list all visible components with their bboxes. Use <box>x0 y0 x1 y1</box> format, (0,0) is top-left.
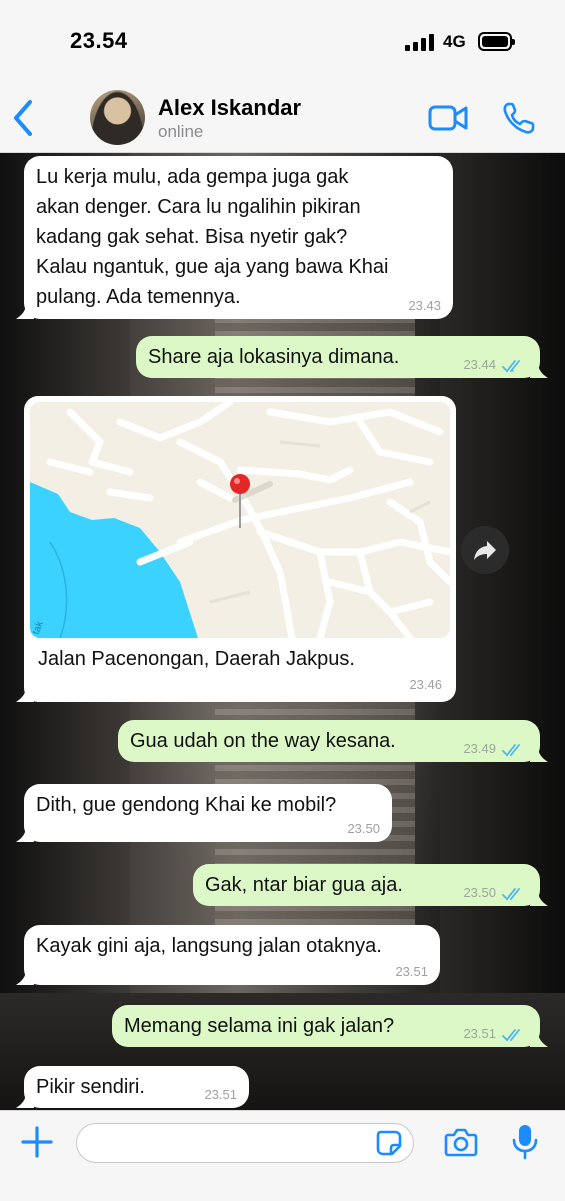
bubble-tail <box>16 686 34 702</box>
message-location[interactable]: tak Jalan Pacenongan, Daerah Jakpus. 23.… <box>16 396 456 702</box>
chat-background: Lu kerja mulu, ada gempa juga gak akan d… <box>0 153 565 1110</box>
double-check-icon <box>502 1029 520 1042</box>
message-text: Memang selama ini gak jalan? <box>124 1015 395 1037</box>
message-text: Kayak gini aja, langsung jalan otaknya. <box>36 935 382 957</box>
message-time: 23.43 <box>408 298 441 313</box>
camera-icon[interactable] <box>444 1127 478 1157</box>
message-text-line: akan denger. Cara lu ngalihin pikiran <box>36 196 361 218</box>
bubble-tail <box>530 890 548 906</box>
video-camera-icon[interactable] <box>428 104 468 132</box>
double-check-icon <box>502 744 520 757</box>
message-text: Gua udah on the way kesana. <box>130 730 396 752</box>
battery-icon <box>478 32 515 51</box>
avatar[interactable] <box>90 90 145 145</box>
message-time: 23.49 <box>463 741 496 756</box>
message-time: 23.50 <box>347 821 380 836</box>
message-time: 23.44 <box>463 357 496 372</box>
bubble-tail <box>16 303 34 319</box>
phone-icon[interactable] <box>502 101 536 135</box>
message-time: 23.46 <box>409 677 442 692</box>
composer-bar <box>0 1110 565 1201</box>
chevron-left-icon[interactable] <box>10 98 40 138</box>
message-text-line: kadang gak sehat. Bisa nyetir gak? <box>36 226 348 248</box>
bubble-tail <box>16 1092 34 1108</box>
message-time: 23.51 <box>463 1026 496 1041</box>
bubble-tail <box>16 969 34 985</box>
status-time: 23.54 <box>70 28 128 53</box>
message-outgoing[interactable]: Memang selama ini gak jalan? 23.51 <box>112 1005 548 1047</box>
contact-status: online <box>158 122 204 141</box>
background-building-right <box>440 153 565 1110</box>
message-time: 23.50 <box>463 885 496 900</box>
message-text-line: Lu kerja mulu, ada gempa juga gak <box>36 166 349 188</box>
message-text: Gak, ntar biar gua aja. <box>205 874 403 896</box>
bubble-tail <box>530 1031 548 1047</box>
message-text: Pikir sendiri. <box>36 1076 145 1098</box>
message-text: Share aja lokasinya dimana. <box>148 346 400 368</box>
message-text-line: Kalau ngantuk, gue aja yang bawa Khai <box>36 256 389 278</box>
message-outgoing[interactable]: Gua udah on the way kesana. 23.49 <box>118 720 548 762</box>
sticker-icon[interactable] <box>375 1129 403 1157</box>
bubble-tail <box>16 826 34 842</box>
network-type: 4G <box>443 32 466 51</box>
message-outgoing[interactable]: Share aja lokasinya dimana. 23.44 <box>136 336 548 378</box>
forward-arrow-icon[interactable] <box>461 526 509 574</box>
message-time: 23.51 <box>204 1087 237 1102</box>
location-address: Jalan Pacenongan, Daerah Jakpus. <box>38 648 355 670</box>
plus-icon[interactable] <box>20 1125 54 1159</box>
bubble-tail <box>530 746 548 762</box>
message-input[interactable] <box>76 1123 414 1163</box>
message-text: Dith, gue gendong Khai ke mobil? <box>36 794 337 816</box>
microphone-icon[interactable] <box>512 1123 538 1161</box>
map-graphic: tak <box>30 402 450 638</box>
double-check-icon <box>502 360 520 373</box>
message-text-line: pulang. Ada temennya. <box>36 286 241 308</box>
chat-header: 23.54 4G Alex Iskandar online <box>0 0 565 153</box>
message-incoming[interactable]: Dith, gue gendong Khai ke mobil? 23.50 <box>16 784 392 842</box>
contact-name[interactable]: Alex Iskandar <box>158 95 301 121</box>
double-check-icon <box>502 888 520 901</box>
signal-icon <box>405 34 435 51</box>
message-incoming[interactable]: Kayak gini aja, langsung jalan otaknya. … <box>16 925 440 985</box>
message-outgoing[interactable]: Gak, ntar biar gua aja. 23.50 <box>193 864 548 906</box>
message-incoming[interactable]: Lu kerja mulu, ada gempa juga gak akan d… <box>16 156 453 319</box>
location-map[interactable]: tak <box>30 402 450 638</box>
message-incoming[interactable]: Pikir sendiri. 23.51 <box>16 1066 249 1108</box>
message-time: 23.51 <box>395 964 428 979</box>
bubble-tail <box>530 362 548 378</box>
